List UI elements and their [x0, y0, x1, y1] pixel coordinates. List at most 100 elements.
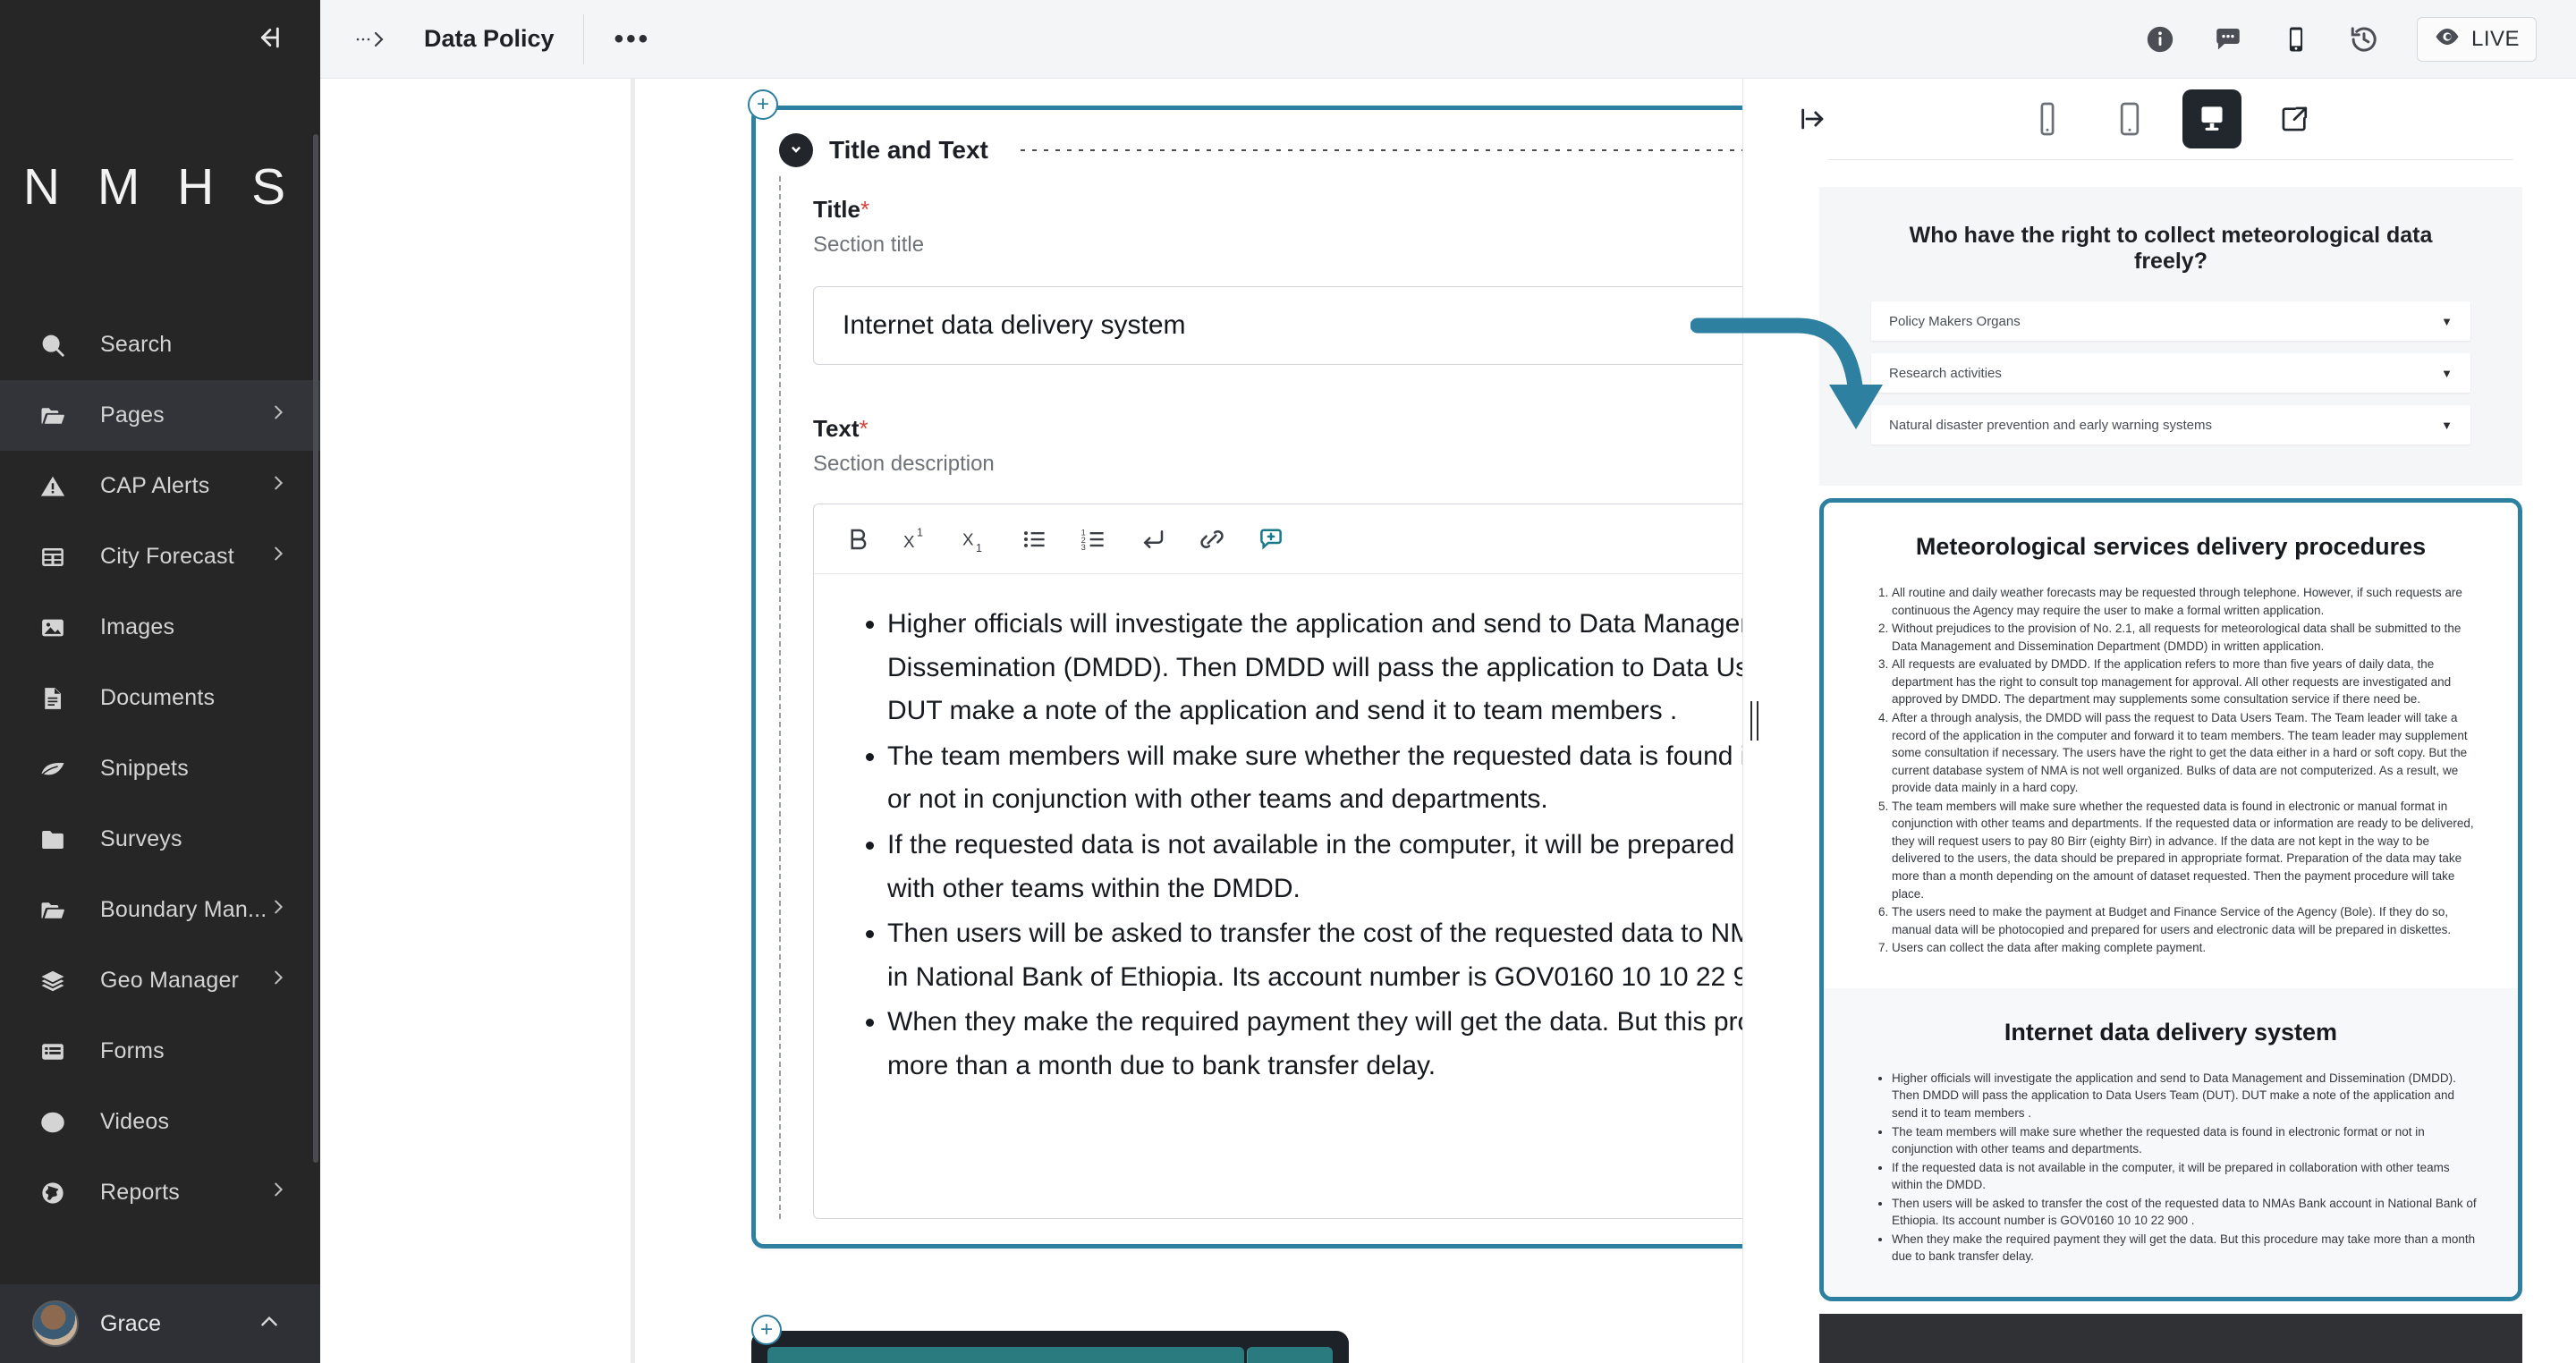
dots-arrow-icon[interactable]: [354, 28, 390, 51]
chevron-right-icon: [268, 1180, 288, 1206]
info-icon[interactable]: [2145, 24, 2175, 55]
add-section-bottom-button[interactable]: +: [751, 1315, 782, 1345]
sidebar-item-pages[interactable]: Pages: [0, 380, 320, 451]
required-marker: *: [860, 196, 870, 223]
sidebar-item-search[interactable]: Search: [0, 309, 320, 380]
section-body: Title* Section title Internet data deliv…: [779, 176, 1742, 1219]
add-comment-icon[interactable]: [1258, 526, 1284, 553]
sidebar-item-label: Search: [100, 332, 173, 357]
chevron-down-circle-icon[interactable]: [779, 133, 813, 167]
tablet-preview-button[interactable]: [2100, 89, 2159, 148]
leaf-icon: [39, 756, 80, 783]
page-menu-button[interactable]: •••: [614, 24, 651, 55]
avatar: [32, 1300, 79, 1347]
sidebar-item-cap-alerts[interactable]: CAP Alerts: [0, 451, 320, 521]
footer-columns: SERVICES Weather Forecasting Services Ag…: [1869, 1355, 2472, 1363]
breadcrumb: Data Policy: [320, 25, 555, 53]
sidebar-item-videos[interactable]: Videos: [0, 1087, 320, 1157]
image-icon: [39, 614, 80, 641]
sidebar-user-name: Grace: [100, 1310, 162, 1336]
expand-right-icon[interactable]: [1798, 104, 1828, 134]
chevron-right-icon: [268, 968, 288, 994]
sidebar-item-snippets[interactable]: Snippets: [0, 733, 320, 804]
sidebar-item-label: Forms: [100, 1038, 165, 1063]
sidebar-user-menu[interactable]: Grace: [0, 1284, 320, 1363]
list-item: The team members will make sure whether …: [1892, 1123, 2477, 1158]
sidebar-item-documents[interactable]: Documents: [0, 663, 320, 733]
list-item: All routine and daily weather forecasts …: [1892, 584, 2477, 619]
superscript-icon[interactable]: X1: [903, 526, 930, 553]
text-field-label: Text*: [813, 415, 869, 442]
chevron-right-icon: [268, 544, 288, 570]
svg-text:3: 3: [1081, 542, 1086, 551]
live-label: LIVE: [2470, 26, 2520, 51]
chevron-right-icon: [268, 897, 288, 923]
save-bar: Save draft: [751, 1331, 1349, 1363]
sidebar-item-geo-manager[interactable]: Geo Manager: [0, 945, 320, 1016]
alert-triangle-icon: [39, 473, 80, 500]
sidebar-item-label: Documents: [100, 685, 216, 710]
save-options-button[interactable]: [1247, 1347, 1333, 1363]
sidebar-item-label: Reports: [100, 1180, 180, 1205]
list-item: The users need to make the payment at Bu…: [1892, 903, 2477, 938]
preview-block-procedures: Meteorological services delivery procedu…: [1824, 503, 2518, 988]
svg-text:1: 1: [976, 541, 982, 552]
sidebar-item-forms[interactable]: Forms: [0, 1016, 320, 1087]
line-break-icon[interactable]: [1140, 526, 1166, 553]
sidebar-scrollbar[interactable]: [313, 134, 318, 1163]
sidebar-item-images[interactable]: Images: [0, 592, 320, 663]
table-icon: [39, 544, 80, 571]
comment-icon[interactable]: [2213, 24, 2243, 55]
list-item: All requests are evaluated by DMDD. If t…: [1892, 656, 2477, 708]
sidebar-item-label: Boundary Man...: [100, 897, 267, 922]
accordion-item[interactable]: Natural disaster prevention and early wa…: [1871, 405, 2470, 444]
add-section-button[interactable]: +: [748, 89, 778, 120]
bold-icon[interactable]: [844, 526, 871, 553]
numbered-list-icon[interactable]: 123: [1080, 526, 1107, 553]
list-item: The team members will make sure whether …: [887, 735, 1742, 822]
subscript-icon[interactable]: X1: [962, 526, 989, 553]
list-item: Users can collect the data after making …: [1892, 939, 2477, 957]
title-input[interactable]: Internet data delivery system: [813, 286, 1742, 365]
sidebar-item-label: Images: [100, 614, 175, 639]
list-item: Without prejudices to the provision of N…: [1892, 620, 2477, 655]
sidebar-item-label: Videos: [100, 1109, 170, 1134]
accordion-item[interactable]: Policy Makers Organs ▼: [1871, 301, 2470, 341]
sidebar-item-reports[interactable]: Reports: [0, 1157, 320, 1228]
accordion-item[interactable]: Research activities ▼: [1871, 353, 2470, 393]
top-bar: Data Policy ••• LIVE: [320, 0, 2576, 79]
list-item: When they make the required payment they…: [887, 1001, 1742, 1088]
desktop-preview-button[interactable]: [2182, 89, 2241, 148]
list-item: If the requested data is not available i…: [887, 824, 1742, 910]
svg-text:X: X: [962, 529, 974, 548]
link-icon[interactable]: [1199, 526, 1225, 553]
preview-device-switcher: [2018, 89, 2324, 148]
folder-icon: [39, 826, 80, 853]
section-title: Title and Text: [829, 136, 988, 164]
save-draft-button[interactable]: Save draft: [767, 1347, 1244, 1363]
section-divider-dashes: [1020, 149, 1742, 151]
title-field-help: Section title: [813, 233, 925, 257]
bullet-list-icon[interactable]: [1021, 526, 1048, 553]
history-icon[interactable]: [2349, 24, 2379, 55]
open-external-button[interactable]: [2265, 89, 2324, 148]
chevron-down-icon: ▼: [2441, 366, 2453, 380]
mobile-preview-button[interactable]: [2018, 89, 2077, 148]
panel-divider[interactable]: [1742, 79, 1766, 1363]
sidebar-item-boundary-manager[interactable]: Boundary Man...: [0, 875, 320, 945]
svg-text:X: X: [903, 531, 915, 550]
preview-faq-heading: Who have the right to collect meteorolog…: [1909, 223, 2433, 274]
chevron-down-icon: ▼: [2441, 418, 2453, 432]
preview-column: Who have the right to collect meteorolog…: [1766, 79, 2576, 1363]
folder-open-icon: [39, 897, 80, 924]
svg-text:1: 1: [917, 526, 923, 538]
sidebar-item-surveys[interactable]: Surveys: [0, 804, 320, 875]
editor-content[interactable]: Higher officials will investigate the ap…: [814, 574, 1742, 1218]
preview-ordered-list: All routine and daily weather forecasts …: [1865, 584, 2477, 957]
editor-scrollbar[interactable]: [631, 79, 635, 1363]
sidebar-collapse-button[interactable]: [0, 0, 320, 79]
live-preview-button[interactable]: LIVE: [2416, 16, 2537, 62]
accordion-label: Policy Makers Organs: [1889, 313, 2021, 329]
mobile-icon[interactable]: [2281, 24, 2311, 55]
sidebar-item-city-forecast[interactable]: City Forecast: [0, 521, 320, 592]
